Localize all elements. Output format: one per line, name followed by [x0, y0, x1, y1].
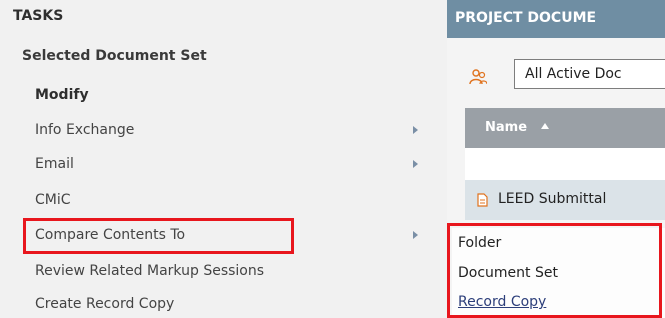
column-header-name[interactable]: Name [485, 120, 527, 135]
project-documents-title: PROJECT DOCUME [455, 10, 597, 26]
menu-item-info-exchange[interactable]: Info Exchange [35, 116, 134, 144]
menu-item-cmic[interactable]: CMiC [35, 186, 71, 214]
grid-header: Name [465, 108, 665, 148]
tasks-title: TASKS [13, 8, 64, 24]
people-icon[interactable] [469, 68, 487, 86]
selected-document-set-heading: Selected Document Set [22, 48, 207, 64]
chevron-right-icon [413, 231, 418, 239]
grid-filter-row [465, 148, 665, 180]
table-row[interactable]: LEED Submittal [465, 180, 665, 220]
tasks-panel: TASKS Selected Document Set Modify Info … [0, 0, 447, 318]
menu-item-email[interactable]: Email [35, 150, 74, 178]
menu-item-modify[interactable]: Modify [35, 81, 89, 109]
document-filter-select[interactable]: All Active Doc [514, 59, 665, 89]
menu-item-review-related-markup-sessions[interactable]: Review Related Markup Sessions [35, 257, 264, 285]
project-documents-header: PROJECT DOCUME [447, 0, 665, 38]
highlight-compare-contents [23, 218, 294, 254]
sort-ascending-icon[interactable] [541, 123, 549, 129]
highlight-submenu [447, 223, 662, 318]
document-name[interactable]: LEED Submittal [498, 191, 606, 207]
chevron-right-icon [413, 126, 418, 134]
chevron-right-icon [413, 160, 418, 168]
document-icon [477, 193, 488, 207]
menu-item-create-record-copy[interactable]: Create Record Copy [35, 290, 174, 318]
